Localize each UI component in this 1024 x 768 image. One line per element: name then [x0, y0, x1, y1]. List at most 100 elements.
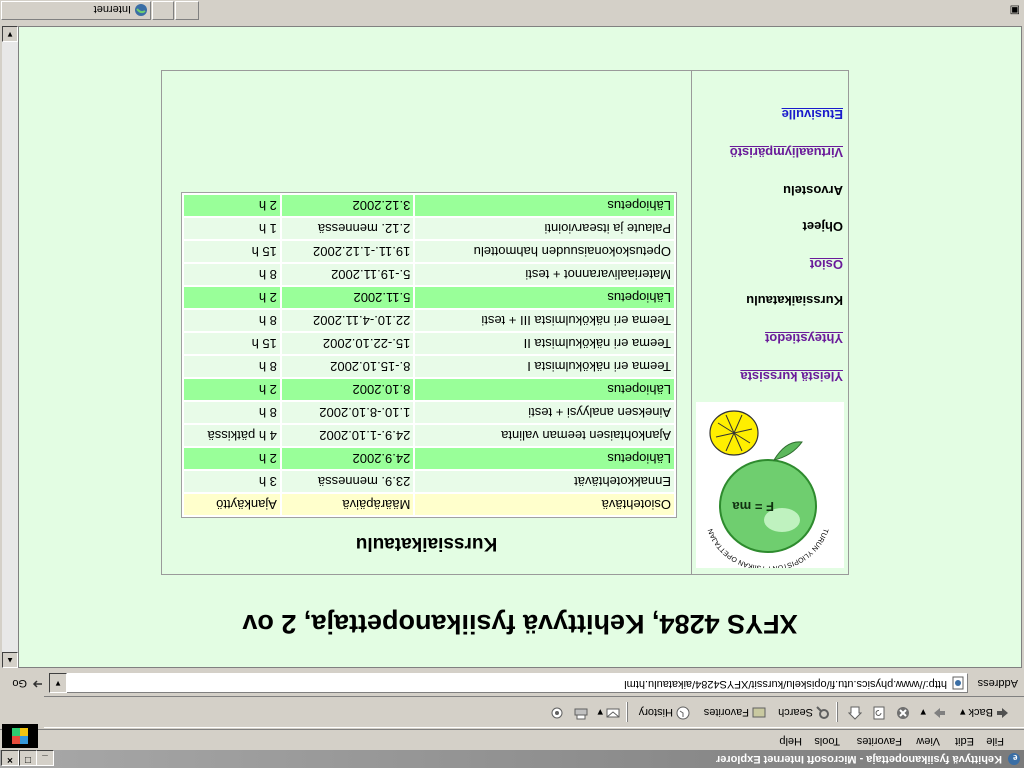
scroll-up-button[interactable]: ▲ — [2, 652, 18, 668]
time-cell: 2 h — [184, 448, 280, 469]
search-icon — [816, 706, 829, 719]
page-content: XFYS 4284, Kehittyvä fysiikanopettaja, 2… — [18, 26, 1022, 668]
refresh-icon — [873, 706, 885, 720]
address-dropdown-button[interactable]: ▼ — [49, 673, 67, 693]
home-icon — [848, 706, 862, 720]
nav-link-6: Arvostelu — [783, 183, 843, 198]
table-row: Ennakkotehtävät 23.9. mennessä 3 h — [184, 471, 674, 492]
stop-button[interactable] — [893, 706, 910, 720]
toolbar: Back ▾ ▾ Search Favorites History ▾ — [44, 696, 1024, 728]
date-cell: 24.9.2002 — [281, 448, 414, 469]
task-cell: Ajankohtaisen teeman valinta — [415, 425, 674, 446]
scroll-down-button[interactable]: ▼ — [2, 26, 18, 42]
university-logo: F = ma TURUN YLIOPISTON FYSIIKAN OPETTAJ… — [696, 402, 844, 568]
task-cell: Teema eri näkökulmista III + testi — [415, 310, 674, 331]
task-cell: Lähiopetus — [415, 195, 674, 216]
menu-help[interactable]: Help — [779, 735, 802, 747]
schedule-area: Kurssiaikataulu Osiotehtävä Määräpäivä Aja… — [162, 71, 691, 574]
refresh-button[interactable] — [869, 706, 886, 720]
time-cell: 8 h — [184, 264, 280, 285]
nav-link-5: Ohjeet — [802, 219, 843, 234]
print-button[interactable] — [571, 706, 588, 720]
back-label: Back — [968, 706, 993, 718]
title-bar: e Kehittyvä fysiikanopettaja - Microsoft… — [0, 750, 1024, 768]
go-button[interactable]: Go — [12, 677, 44, 691]
nav-link-4[interactable]: Osiot — [810, 257, 843, 272]
windows-logo-throbber — [2, 724, 38, 748]
close-button[interactable]: × — [1, 750, 19, 766]
address-url: http://www.physics.utu.fi/opiskelu/kurss… — [624, 678, 947, 690]
forward-button[interactable]: ▾ — [920, 706, 946, 720]
table-row: Lähiopetus 24.9.2002 2 h — [184, 448, 674, 469]
date-cell: 19.11.-1.12.2002 — [281, 241, 414, 262]
date-cell: 15.-22.10.2002 — [281, 333, 414, 354]
mail-button[interactable]: ▾ — [597, 706, 620, 720]
date-cell: 23.9. mennessä — [281, 471, 414, 492]
time-cell: 4 h pätkissä — [184, 425, 280, 446]
task-cell: Ennakkotehtävät — [415, 471, 674, 492]
page-icon — [952, 676, 964, 690]
logo-formula: F = ma — [732, 499, 774, 514]
nav-link-7[interactable]: Virtuaaliympäristö — [730, 145, 843, 160]
table-header-row: Osiotehtävä Määräpäivä Ajankäyttö — [184, 494, 674, 515]
ie-logo-icon: e — [1008, 752, 1020, 765]
table-row: Materiaalivarannot + testi 5.-19.11.2002 8… — [184, 264, 674, 285]
go-arrow-icon — [32, 680, 42, 688]
date-cell: 1.10.-8.10.2002 — [281, 402, 414, 423]
time-cell: 15 h — [184, 333, 280, 354]
favorites-button[interactable]: Favorites — [704, 706, 766, 720]
minimize-button[interactable]: _ — [36, 750, 54, 766]
nav-link-3: Kurssiaikataulu — [746, 293, 843, 308]
arrow-left-icon — [997, 708, 1008, 718]
search-button[interactable]: Search — [778, 706, 830, 720]
menu-tools[interactable]: Tools — [814, 735, 840, 747]
stop-icon — [897, 707, 909, 719]
table-row: Teema eri näkökulmista I 8.-15.10.2002 8 h — [184, 356, 674, 377]
task-cell: Aineksen analyysi + testi — [415, 402, 674, 423]
back-button[interactable]: Back ▾ — [960, 706, 1010, 720]
date-cell: 5.-19.11.2002 — [281, 264, 414, 285]
address-input[interactable]: http://www.physics.utu.fi/opiskelu/kurss… — [66, 673, 968, 693]
nav-link-8[interactable]: Etusivulle — [782, 107, 843, 122]
time-cell: 8 h — [184, 356, 280, 377]
status-pane — [152, 1, 174, 20]
date-cell: 3.12.2002 — [281, 195, 414, 216]
address-label: Address — [977, 677, 1018, 689]
time-cell: 2 h — [184, 195, 280, 216]
date-cell: 8.-15.10.2002 — [281, 356, 414, 377]
date-cell: 8.10.2002 — [281, 379, 414, 400]
menu-edit[interactable]: Edit — [955, 735, 974, 747]
mail-icon — [606, 708, 620, 718]
status-pane — [175, 1, 199, 20]
maximize-button[interactable]: □ — [19, 750, 37, 766]
nav-link-2[interactable]: Yhteystiedot — [765, 331, 843, 346]
menu-view[interactable]: View — [916, 735, 940, 747]
discuss-button[interactable] — [547, 706, 564, 720]
toolbar-separator — [836, 702, 838, 722]
time-cell: 8 h — [184, 402, 280, 423]
history-label: History — [638, 706, 673, 718]
menu-favorites[interactable]: Favorites — [857, 735, 902, 747]
task-cell: Lähiopetus — [415, 448, 674, 469]
toolbar-separator — [626, 702, 628, 722]
zone-label: Internet — [93, 3, 131, 15]
print-icon — [574, 708, 588, 720]
history-button[interactable]: History — [639, 706, 690, 720]
date-cell: 5.11.2002 — [281, 287, 414, 308]
svg-text:e: e — [1013, 752, 1018, 763]
vertical-scrollbar[interactable]: ▲ ▼ — [2, 26, 18, 668]
nav-link-1[interactable]: Yleistä kurssista — [740, 369, 843, 384]
browser-window: e Kehittyvä fysiikanopettaja - Microsoft… — [0, 0, 1024, 768]
table-row: Aineksen analyysi + testi 1.10.-8.10.2002… — [184, 402, 674, 423]
time-cell: 15 h — [184, 241, 280, 262]
status-page-icon: ▣ — [1009, 4, 1020, 16]
schedule-table: Osiotehtävä Määräpäivä Ajankäyttö Ennakkote… — [181, 192, 677, 518]
home-button[interactable] — [845, 706, 862, 720]
table-row: Teema eri näkökulmista II 15.-22.10.2002 1… — [184, 333, 674, 354]
windows-flag-icon — [12, 728, 28, 744]
arrow-right-icon — [934, 708, 945, 718]
date-cell: 24.9.-1.10.2002 — [281, 425, 414, 446]
time-cell: 3 h — [184, 471, 280, 492]
menu-file[interactable]: File — [986, 735, 1004, 747]
task-cell: Teema eri näkökulmista I — [415, 356, 674, 377]
